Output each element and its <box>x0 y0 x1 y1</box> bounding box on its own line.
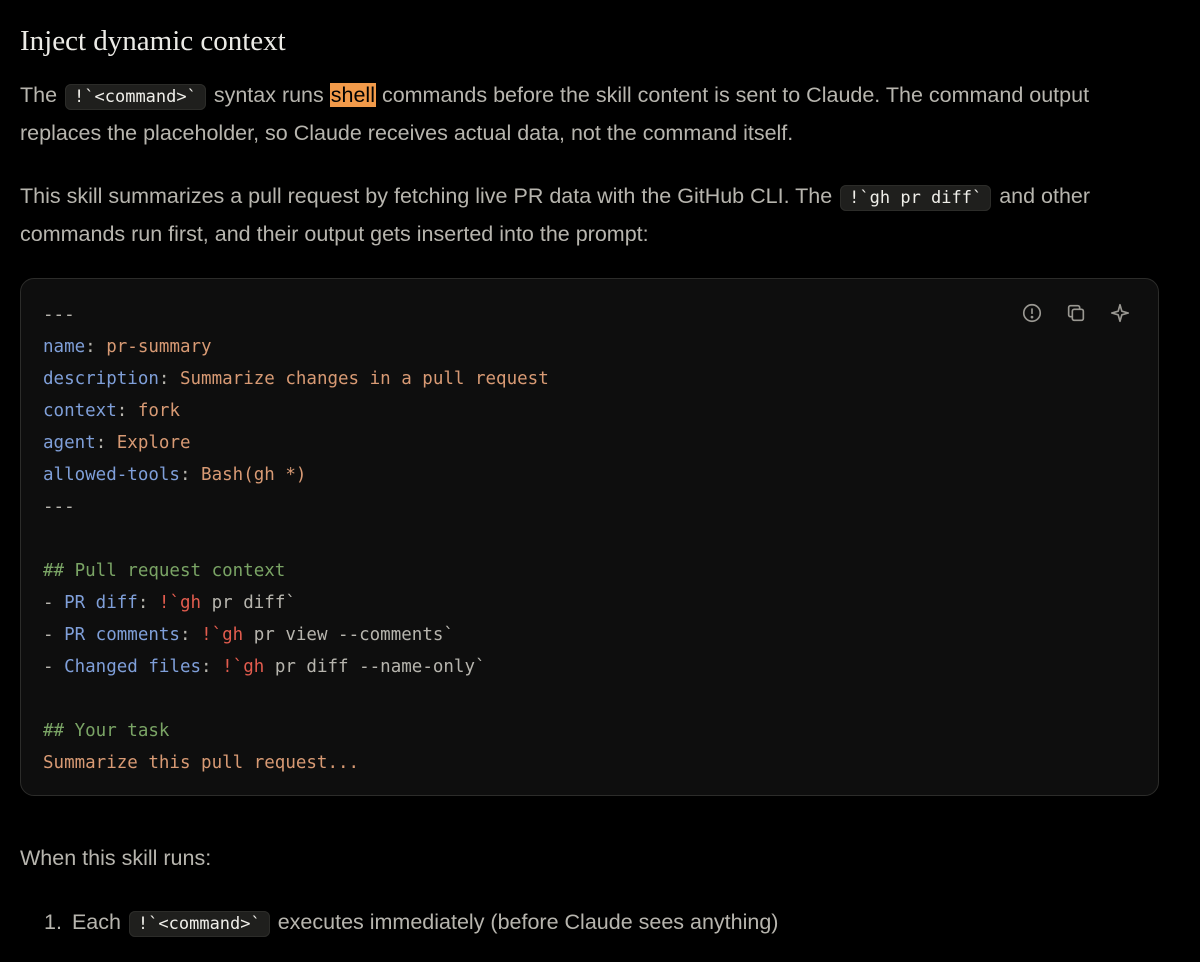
command-text: pr diff` <box>201 593 296 613</box>
yaml-key: allowed-tools <box>43 465 180 485</box>
code-line: agent: Explore <box>43 433 191 453</box>
yaml-value: Explore <box>116 433 191 453</box>
code-line-empty <box>43 683 549 715</box>
command-marker: !`gh <box>158 593 202 613</box>
yaml-value: pr-summary <box>106 337 212 357</box>
sparkle-icon[interactable] <box>1108 301 1132 325</box>
code-line: allowed-tools: Bash(gh *) <box>43 465 307 485</box>
code-line: context: fork <box>43 401 180 421</box>
code-toolbar <box>1020 301 1132 325</box>
text: executes immediately (before Claude sees… <box>271 910 779 934</box>
text: Each <box>71 910 127 934</box>
list-number: 1. <box>44 910 62 934</box>
command-marker: !`gh <box>201 625 244 645</box>
ordered-list: 1. Each !`<command>` executes immediately… <box>44 904 778 942</box>
code-line: - PR diff: !`gh pr diff` <box>43 593 296 613</box>
search-highlight: shell <box>329 83 376 107</box>
code-line: name: pr-summary <box>43 337 212 357</box>
description-paragraph: This skill summarizes a pull request by … <box>20 178 1170 252</box>
bullet-label: Changed files <box>64 657 202 677</box>
list-item: 1. Each !`<command>` executes immediately… <box>44 904 778 942</box>
info-circle-icon[interactable] <box>1020 301 1044 325</box>
code-line: - Changed files: !`gh pr diff --name-onl… <box>43 657 486 677</box>
text: The <box>20 83 64 107</box>
yaml-key: agent <box>43 433 96 453</box>
code-line: --- <box>43 497 75 517</box>
code-line-empty <box>43 523 549 555</box>
command-text: pr diff --name-only` <box>264 657 486 677</box>
code-line: description: Summarize changes in a pull… <box>43 369 549 389</box>
section-heading: Inject dynamic context <box>20 25 286 57</box>
yaml-key: description <box>43 369 159 389</box>
command-marker: !`gh <box>222 657 265 677</box>
copy-icon[interactable] <box>1064 301 1088 325</box>
code-line: ## Pull request context <box>43 561 286 581</box>
inline-code: !`<command>` <box>128 911 270 937</box>
yaml-value: fork <box>137 401 180 421</box>
yaml-value: Summarize changes in a pull request <box>179 369 549 389</box>
text: This skill summarizes a pull request by … <box>20 184 839 208</box>
code-block: --- name: pr-summary description: Summariz… <box>20 278 1159 796</box>
intro-paragraph: The !`<command>` syntax runs shell comma… <box>20 77 1170 151</box>
code-content: --- name: pr-summary description: Summariz… <box>43 299 549 779</box>
runs-paragraph: When this skill runs: <box>20 846 212 870</box>
yaml-key: context <box>43 401 117 421</box>
code-line: ## Your task <box>43 721 170 741</box>
yaml-value: Bash(gh *) <box>201 465 307 485</box>
inline-code: !`gh pr diff` <box>840 185 992 211</box>
text: syntax runs <box>207 83 330 107</box>
bullet-label: PR comments <box>64 625 180 645</box>
bullet-label: PR diff <box>64 593 138 613</box>
code-line: Summarize this pull request... <box>43 753 360 773</box>
command-text: pr view --comments` <box>243 625 454 645</box>
inline-code: !`<command>` <box>65 84 206 110</box>
code-line: - PR comments: !`gh pr view --comments` <box>43 625 454 645</box>
yaml-key: name <box>43 337 86 357</box>
code-line: --- <box>43 305 75 325</box>
